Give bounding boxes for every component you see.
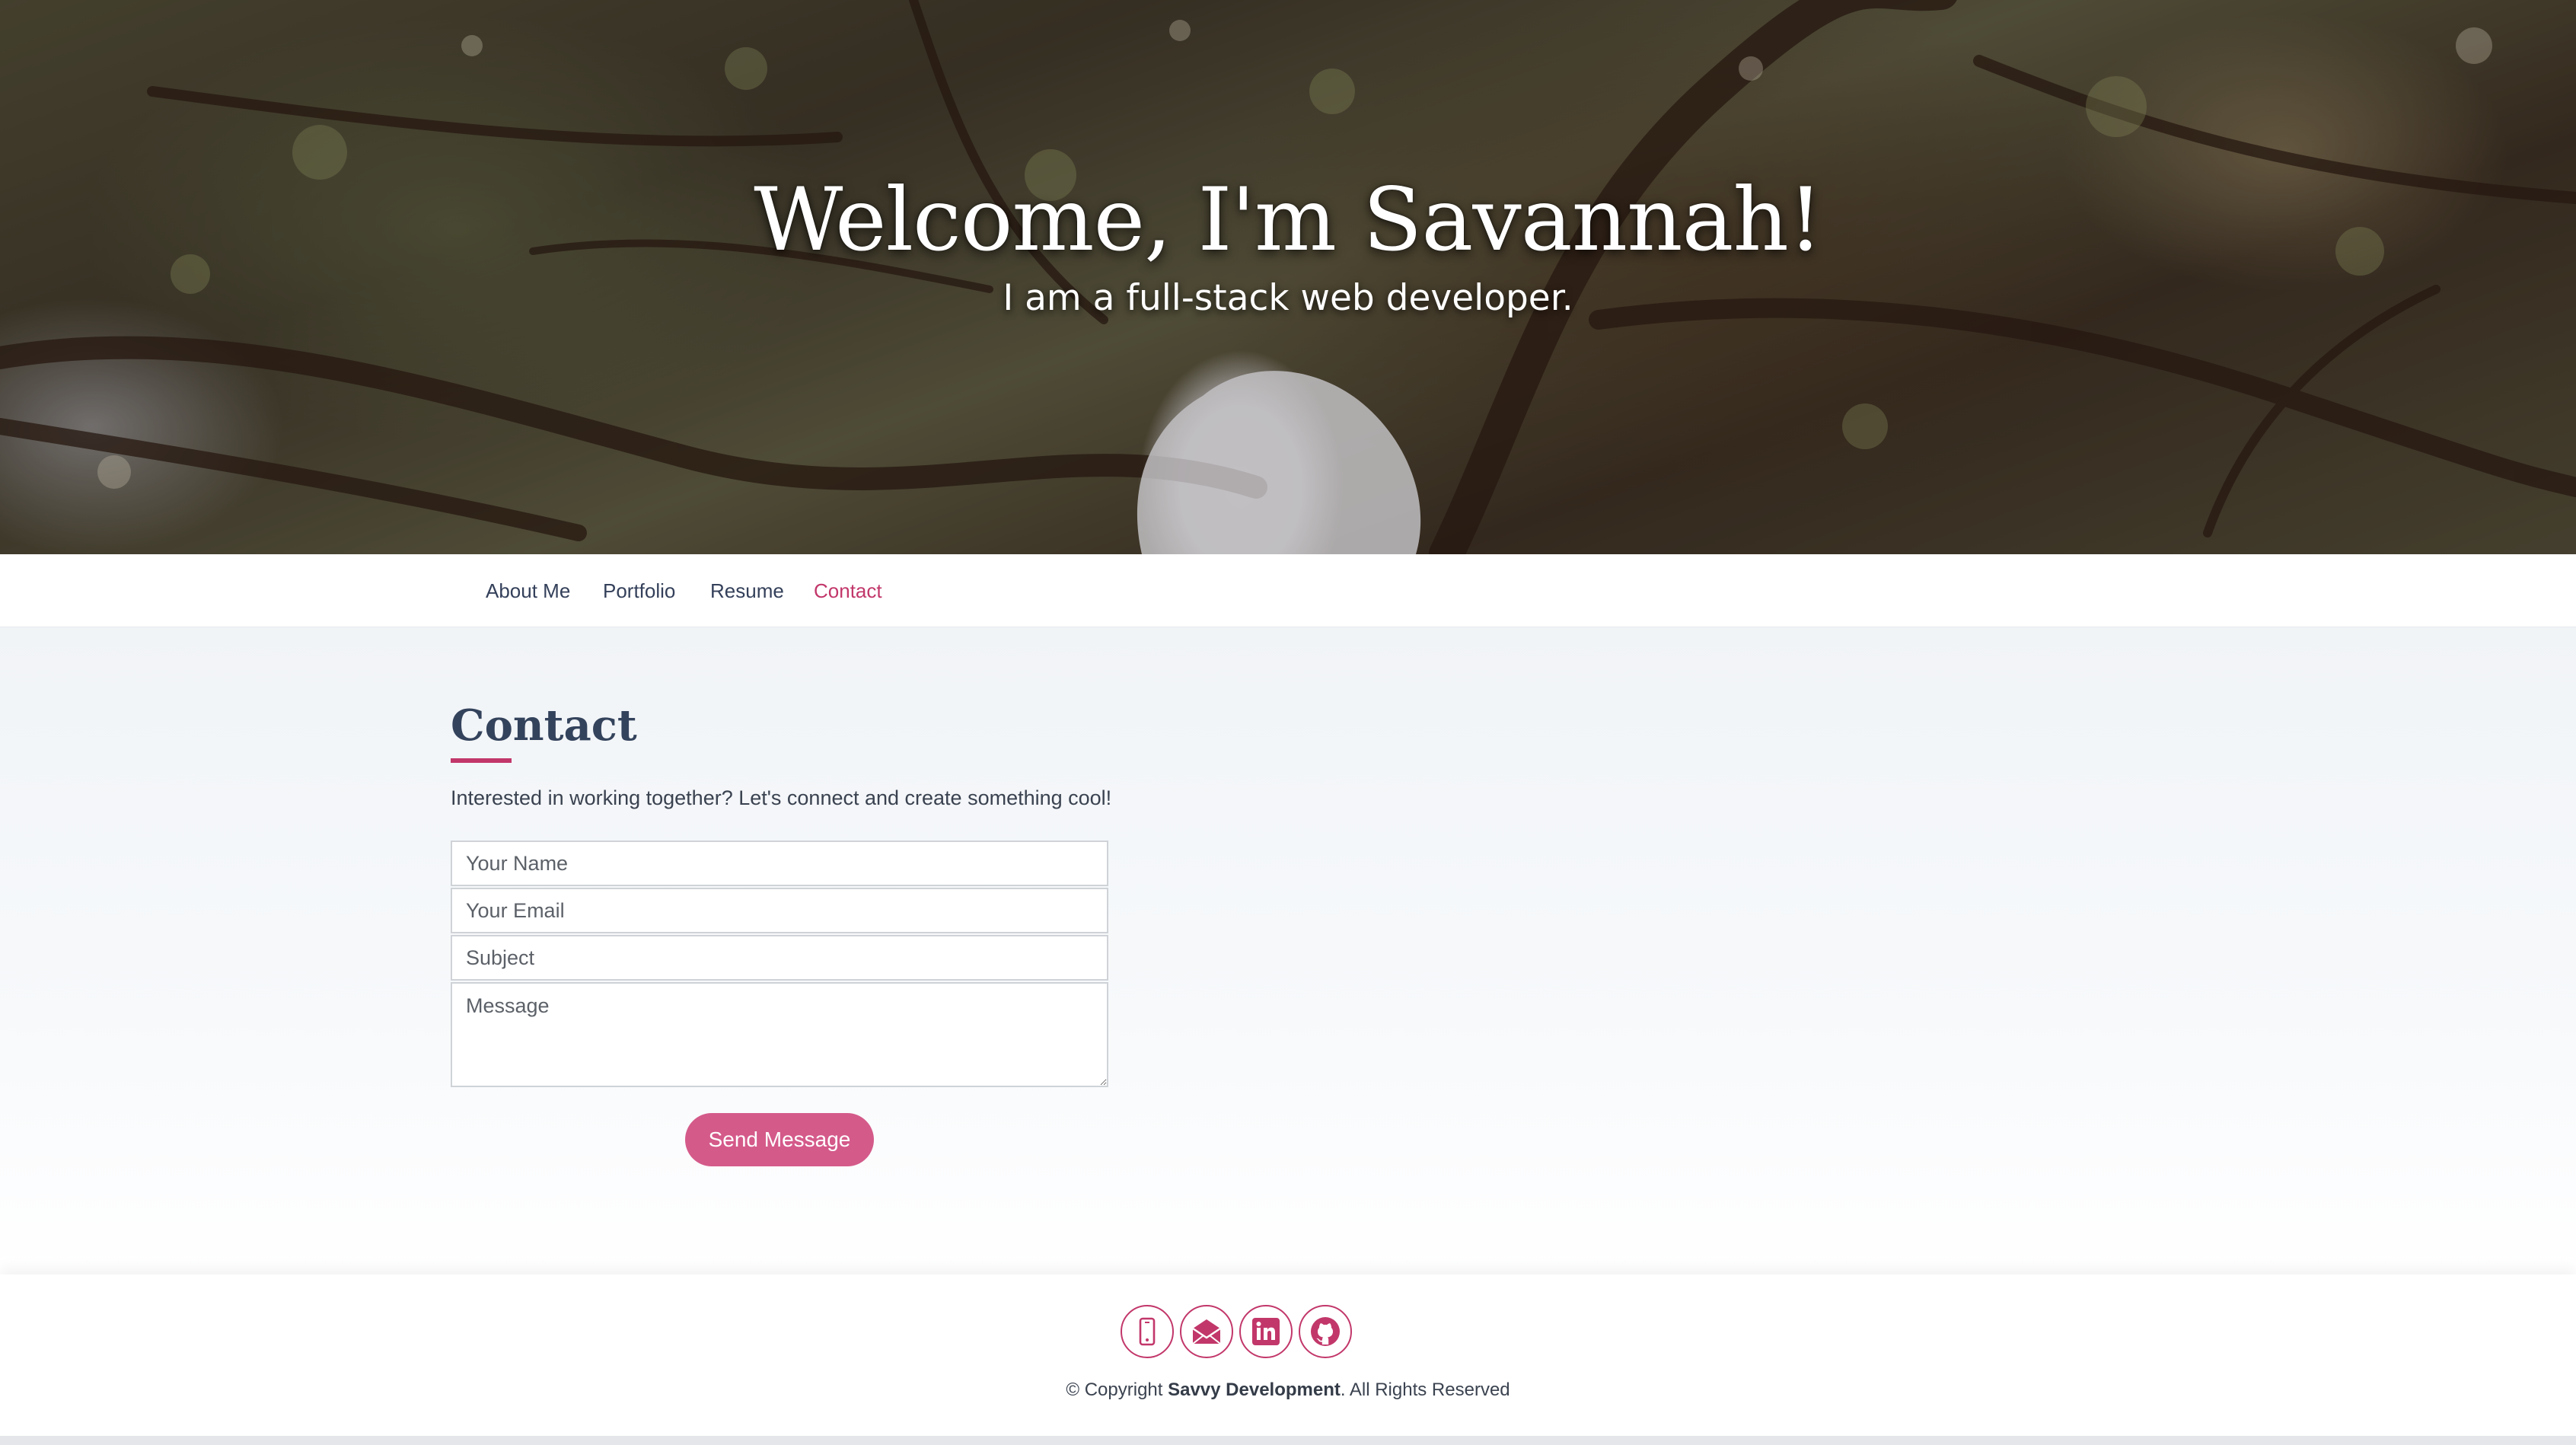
contact-intro-text: Interested in working together? Let's co… [451,786,1112,809]
copyright-brand: Savvy Development [1168,1380,1341,1400]
copyright-text: © Copyright Savvy Development. All Right… [0,1380,2576,1401]
name-input[interactable] [451,841,1108,886]
hero-banner: Welcome, I'm Savannah! I am a full-stack… [0,0,2576,554]
copyright-prefix: © Copyright [1066,1380,1168,1400]
subject-input[interactable] [451,935,1108,981]
hero-title: Welcome, I'm Savannah! [754,169,1823,270]
envelope-icon [1192,1319,1221,1345]
linkedin-icon [1252,1318,1280,1345]
message-textarea[interactable] [451,982,1108,1087]
title-underline [451,758,512,763]
nav-item-portfolio[interactable]: Portfolio [603,577,675,604]
contact-section: Contact Interested in working together? … [0,627,2576,1274]
hero-subtitle: I am a full-stack web developer. [1003,277,1573,319]
email-input[interactable] [451,888,1108,933]
nav-item-about-me[interactable]: About Me [486,577,570,604]
main-nav: About Me Portfolio Resume Contact [0,554,2576,627]
nav-item-resume[interactable]: Resume [710,577,784,604]
page-bottom-edge [0,1436,2576,1445]
copyright-suffix: . All Rights Reserved [1340,1380,1510,1400]
github-icon [1311,1317,1340,1346]
phone-icon [1139,1317,1156,1346]
site-footer: © Copyright Savvy Development. All Right… [0,1274,2576,1436]
linkedin-link[interactable] [1239,1305,1293,1358]
send-message-button[interactable]: Send Message [685,1113,874,1166]
email-link[interactable] [1180,1305,1233,1358]
section-title: Contact [451,700,637,751]
phone-link[interactable] [1121,1305,1174,1358]
github-link[interactable] [1299,1305,1352,1358]
nav-item-contact[interactable]: Contact [814,577,882,604]
